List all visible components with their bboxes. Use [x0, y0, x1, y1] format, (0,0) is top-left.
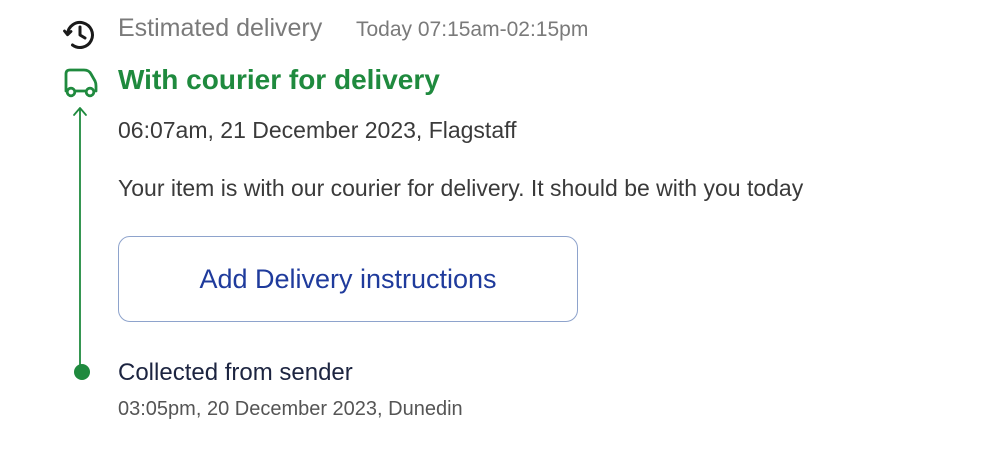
timeline-dot — [74, 364, 90, 380]
estimated-delivery-label: Estimated delivery — [118, 14, 323, 42]
history-event-timestamp: 03:05pm, 20 December 2023, Dunedin — [118, 398, 463, 420]
current-status-timestamp: 06:07am, 21 December 2023, Flagstaff — [118, 117, 517, 143]
timeline-connector — [66, 104, 94, 366]
current-status-title: With courier for delivery — [118, 64, 440, 95]
truck-icon — [62, 64, 100, 100]
history-event-title: Collected from sender — [118, 359, 353, 386]
current-status-description: Your item is with our courier for delive… — [118, 175, 804, 201]
clock-icon — [63, 18, 95, 50]
add-delivery-instructions-button[interactable]: Add Delivery instructions — [118, 236, 578, 322]
estimated-delivery-window: Today 07:15am-02:15pm — [356, 18, 589, 41]
